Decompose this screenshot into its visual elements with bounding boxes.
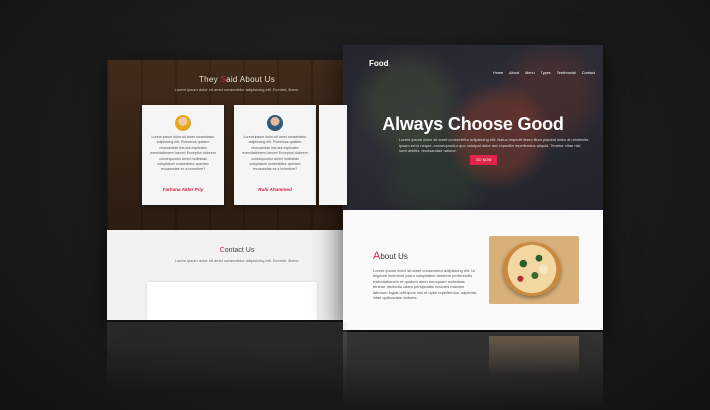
testimonial-name: Ruhi Ahammed [258, 187, 292, 192]
brand-dot: . [388, 59, 391, 68]
testimonial-title-pre: They [198, 75, 221, 84]
avatar [267, 115, 283, 131]
brand-text: Food [369, 59, 389, 68]
testimonial-card: Lorem ipsum dolor sit amet consectetur a… [234, 105, 316, 205]
go-now-button[interactable]: GO NOW [470, 155, 498, 165]
about-title-rest: bout Us [380, 252, 408, 261]
testimonial-text: Lorem ipsum dolor sit amet consectetur a… [242, 135, 308, 172]
testimonial-title-post: aid About Us [226, 75, 276, 84]
nav-about[interactable]: About [509, 71, 519, 75]
right-mockup-reflection [343, 332, 603, 410]
contact-form-card [147, 282, 317, 320]
left-mockup-reflection [107, 322, 347, 392]
hero-section: Food. Home About Menu Types Testimonial … [343, 45, 603, 210]
main-nav: Home About Menu Types Testimonial Contac… [493, 71, 595, 75]
about-section: About Us Lorem ipsum dolor sit amet cons… [343, 210, 603, 330]
testimonial-subtitle: Lorem ipsum dolor sit amet consectetur a… [174, 87, 300, 92]
nav-testimonial[interactable]: Testimonial [557, 71, 576, 75]
testimonial-card: Lorem ipsum dolor sit amet consectetur a… [142, 105, 224, 205]
pizza-image [489, 236, 579, 304]
nav-menu[interactable]: Menu [525, 71, 535, 75]
pizza-icon [503, 242, 561, 296]
testimonial-section: They Said About Us Lorem ipsum dolor sit… [107, 60, 347, 230]
contact-subtitle: Lorem ipsum dolor sit amet consectetur a… [174, 258, 300, 263]
nav-contact[interactable]: Contact [582, 71, 595, 75]
testimonial-title: They Said About Us [107, 75, 367, 84]
pizza-image-reflection [489, 336, 579, 376]
testimonial-name: Farhana Akter Priy [162, 187, 204, 192]
testimonial-contact-mockup: They Said About Us Lorem ipsum dolor sit… [107, 60, 347, 320]
about-text: Lorem ipsum dolor sit amet consectetur a… [373, 268, 478, 301]
showcase-stage: They Said About Us Lorem ipsum dolor sit… [0, 0, 710, 410]
nav-types[interactable]: Types [541, 71, 551, 75]
contact-title-rest: ontact Us [224, 247, 255, 254]
nav-home[interactable]: Home [493, 71, 503, 75]
brand-logo[interactable]: Food. [369, 59, 391, 68]
food-homepage-mockup: Food. Home About Menu Types Testimonial … [343, 45, 603, 330]
avatar [175, 115, 191, 131]
hero-subtitle: Lorem ipsum dolor sit amet consectetur a… [399, 137, 589, 154]
contact-title: Contact Us [107, 247, 367, 254]
contact-section: Contact Us Lorem ipsum dolor sit amet co… [107, 230, 347, 320]
about-title: About Us [373, 250, 408, 262]
hero-title: Always Choose Good [382, 114, 564, 134]
testimonial-text: Lorem ipsum dolor sit amet consectetur a… [150, 135, 216, 172]
